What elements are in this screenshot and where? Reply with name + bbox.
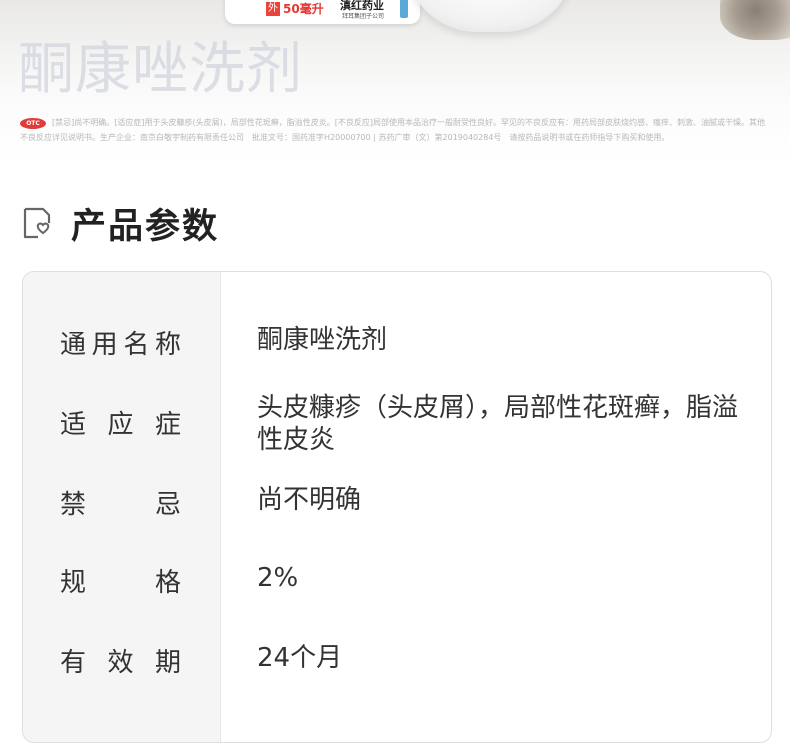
- param-label: 通 用 名 称: [60, 330, 181, 360]
- brand-mark: 滇红药业: [340, 0, 384, 12]
- param-label: 有 效 期: [60, 648, 181, 678]
- param-label: 规 格: [60, 568, 181, 598]
- product-banner: 外 50毫升 滇红药业 拜耳集团子公司 酮康唑洗剂 [禁忌]尚不明确。[适应症]…: [0, 0, 790, 165]
- param-label: 适 应 症: [60, 410, 181, 440]
- param-value: 24个月: [257, 643, 343, 673]
- heart-document-icon: [23, 207, 51, 239]
- param-value: 头皮糠疹（头皮屑），局部性花斑癣，脂溢性皮炎: [257, 393, 739, 455]
- brand-subtitle: 拜耳集团子公司: [342, 13, 385, 20]
- external-use-badge: 外: [266, 2, 280, 16]
- param-value: 尚不明确: [257, 485, 362, 515]
- param-table: 通 用 名 称 酮康唑洗剂 适 应 症 头皮糠疹（头皮屑），局部性花斑癣，脂溢性…: [22, 271, 772, 743]
- param-value: 2%: [257, 563, 299, 593]
- param-label: 禁 忌: [60, 490, 181, 520]
- section-heading: 产品参数: [21, 200, 220, 247]
- dish-image: [405, 0, 575, 32]
- section-title: 产品参数: [71, 206, 220, 247]
- otc-badge: OTC: [20, 118, 46, 129]
- product-box-side: [400, 0, 408, 18]
- product-name-watermark: 酮康唑洗剂: [18, 37, 303, 102]
- decoration-image: [720, 0, 790, 40]
- drug-notice-text: [禁忌]尚不明确。[适应症]用于头皮糠疹(头皮屑)，局部性花斑癣，脂溢性皮炎。[…: [20, 118, 765, 142]
- param-value: 酮康唑洗剂: [257, 325, 388, 355]
- volume-label: 50毫升: [283, 2, 324, 16]
